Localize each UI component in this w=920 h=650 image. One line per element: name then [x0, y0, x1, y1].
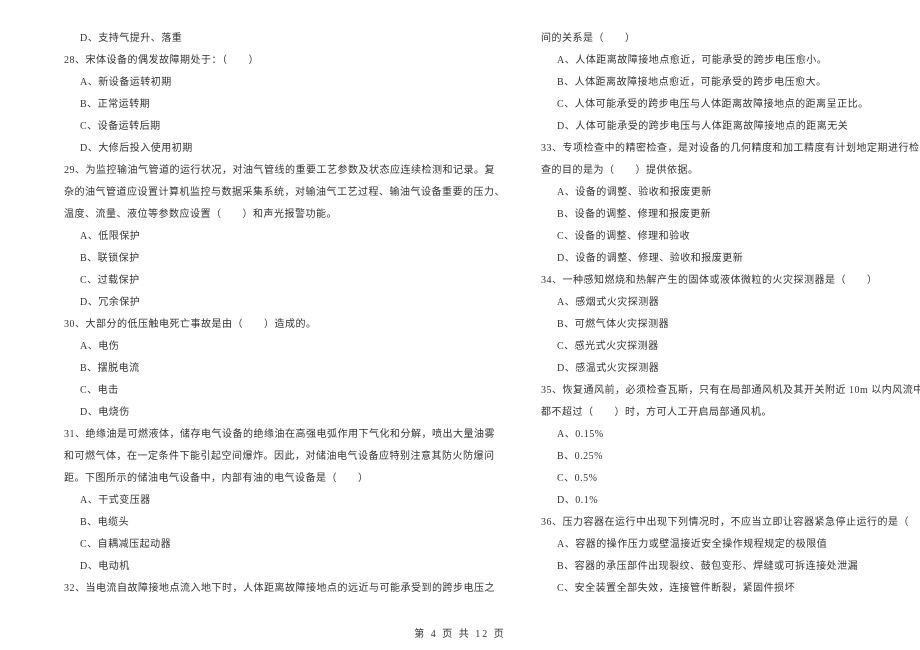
text-line: D、支持气提升、落重 [48, 28, 505, 50]
text-line: C、电击 [48, 380, 505, 402]
text-line: 间的关系是（ ） [525, 28, 920, 50]
text-line: D、冗余保护 [48, 292, 505, 314]
text-line: A、0.15% [525, 424, 920, 446]
text-line: 都不超过（ ）时，方可人工开启局部通风机。 [525, 402, 920, 424]
text-line: 28、宋体设备的偶发故障期处于：（ ） [48, 50, 505, 72]
text-line: D、感温式火灾探测器 [525, 358, 920, 380]
text-line: 34、一种感知燃烧和热解产生的固体或液体微粒的火灾探测器是（ ） [525, 270, 920, 292]
text-line: D、电烧伤 [48, 402, 505, 424]
text-line: B、人体距离故障接地点愈近，可能承受的跨步电压愈大。 [525, 72, 920, 94]
text-line: B、可燃气体火灾探测器 [525, 314, 920, 336]
text-line: 35、恢复通风前，必须检查瓦斯，只有在局部通风机及其开关附近 10m 以内风流中… [525, 380, 920, 402]
text-line: 31、绝缘油是可燃液体，储存电气设备的绝缘油在高强电弧作用下气化和分解，喷出大量… [48, 424, 505, 446]
page-footer: 第 4 页 共 12 页 [0, 625, 920, 640]
text-line: D、人体可能承受的跨步电压与人体距离故障接地点的距离无关 [525, 116, 920, 138]
text-line: C、0.5% [525, 468, 920, 490]
text-line: D、0.1% [525, 490, 920, 512]
text-line: 温度、流量、液位等参数应设置（ ）和声光报警功能。 [48, 204, 505, 226]
text-line: A、容器的操作压力或壁温接近安全操作规程规定的极限值 [525, 534, 920, 556]
text-line: B、联锁保护 [48, 248, 505, 270]
text-line: 30、大部分的低压触电死亡事故是由（ ）造成的。 [48, 314, 505, 336]
text-line: 29、为监控输油气管道的运行状况，对油气管线的重要工艺参数及状态应连续检测和记录… [48, 160, 505, 182]
text-line: A、低限保护 [48, 226, 505, 248]
text-line: A、电伤 [48, 336, 505, 358]
text-line: A、新设备运转初期 [48, 72, 505, 94]
document-page: D、支持气提升、落重28、宋体设备的偶发故障期处于：（ ）A、新设备运转初期B、… [0, 0, 920, 620]
text-line: C、自耦减压起动器 [48, 534, 505, 556]
text-line: 36、压力容器在运行中出现下列情况时，不应当立即让容器紧急停止运行的是（ ） [525, 512, 920, 534]
text-line: B、正常运转期 [48, 94, 505, 116]
text-line: C、感光式火灾探测器 [525, 336, 920, 358]
text-line: 和可燃气体，在一定条件下能引起空间爆炸。因此，对储油电气设备应特别注意其防火防爆… [48, 446, 505, 468]
text-line: 查的目的是为（ ）提供依据。 [525, 160, 920, 182]
right-column: 间的关系是（ ）A、人体距离故障接地点愈近，可能承受的跨步电压愈小。B、人体距离… [525, 28, 920, 596]
text-line: A、人体距离故障接地点愈近，可能承受的跨步电压愈小。 [525, 50, 920, 72]
text-line: B、容器的承压部件出现裂纹、鼓包变形、焊缝或可拆连接处泄漏 [525, 556, 920, 578]
text-line: D、电动机 [48, 556, 505, 578]
text-line: C、设备的调整、修理和验收 [525, 226, 920, 248]
text-line: 33、专项检查中的精密检查，是对设备的几何精度和加工精度有计划地定期进行检测，精… [525, 138, 920, 160]
text-line: D、设备的调整、修理、验收和报废更新 [525, 248, 920, 270]
text-line: D、大修后投入使用初期 [48, 138, 505, 160]
text-line: A、设备的调整、验收和报废更新 [525, 182, 920, 204]
text-line: A、感烟式火灾探测器 [525, 292, 920, 314]
text-line: B、摆脱电流 [48, 358, 505, 380]
text-line: B、0.25% [525, 446, 920, 468]
left-column: D、支持气提升、落重28、宋体设备的偶发故障期处于：（ ）A、新设备运转初期B、… [48, 28, 505, 596]
text-line: C、人体可能承受的跨步电压与人体距离故障接地点的距离呈正比。 [525, 94, 920, 116]
text-line: C、过载保护 [48, 270, 505, 292]
text-line: 32、当电流自故障接地点流入地下时，人体距离故障接地点的远近与可能承受到的跨步电… [48, 578, 505, 600]
text-line: 距。下图所示的储油电气设备中，内部有油的电气设备是（ ） [48, 468, 505, 490]
text-line: B、电缆头 [48, 512, 505, 534]
text-line: 杂的油气管道应设置计算机监控与数据采集系统，对输油气工艺过程、输油气设备重要的压… [48, 182, 505, 204]
text-line: A、干式变压器 [48, 490, 505, 512]
text-line: B、设备的调整、修理和报废更新 [525, 204, 920, 226]
text-line: C、安全装置全部失效，连接管件断裂，紧固件损坏 [525, 578, 920, 600]
text-line: C、设备运转后期 [48, 116, 505, 138]
